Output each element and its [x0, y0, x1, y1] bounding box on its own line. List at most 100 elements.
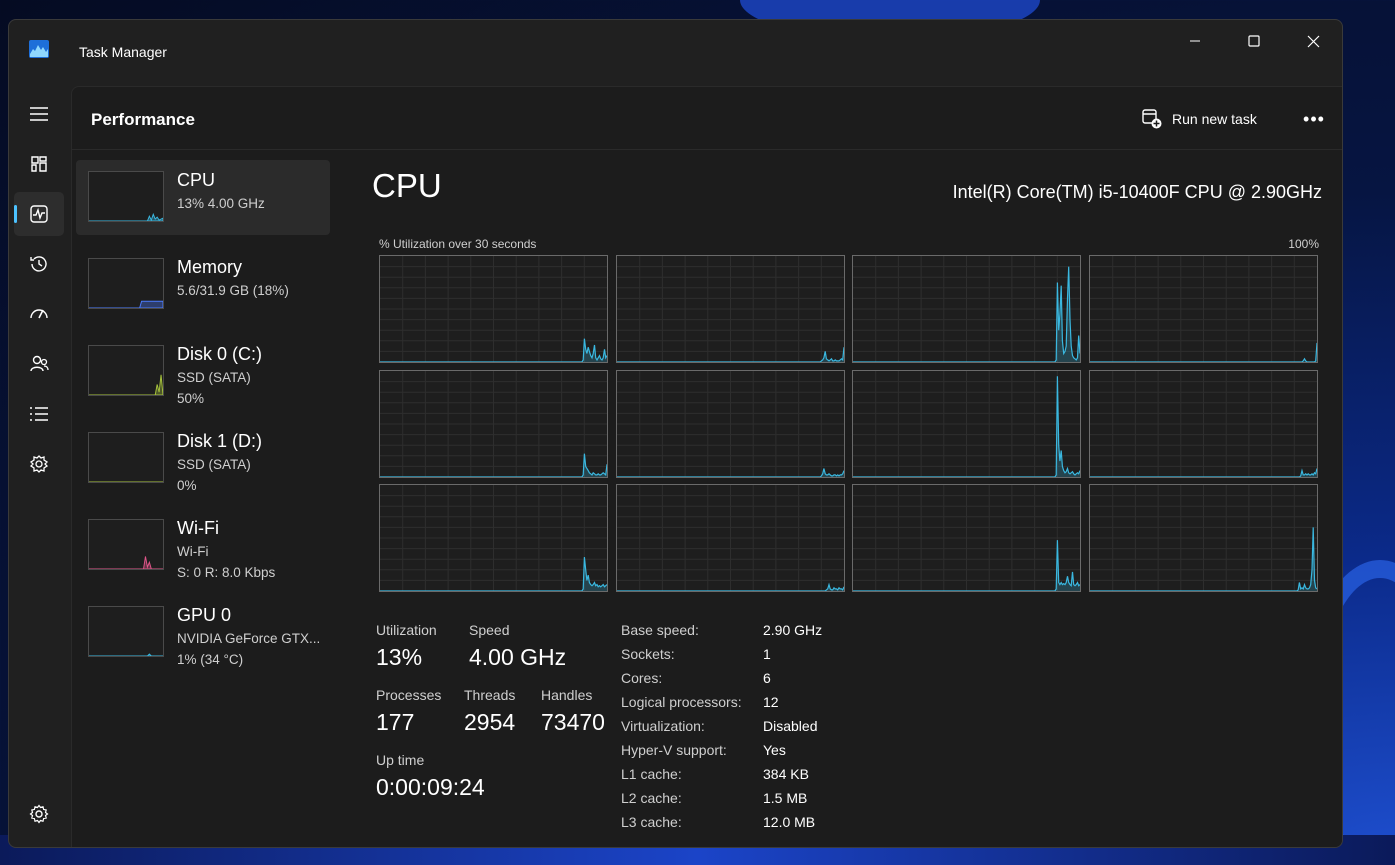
minimize-icon	[1190, 40, 1200, 42]
device-thumbnail	[88, 345, 164, 396]
graph-max-label: 100%	[1288, 237, 1319, 251]
device-name: Wi-Fi	[177, 518, 219, 538]
nav-settings[interactable]	[14, 792, 64, 836]
spec-key: Base speed:	[621, 622, 699, 638]
device-item[interactable]: GPU 0 NVIDIA GeForce GTX... 1% (34 °C)	[76, 595, 330, 670]
logical-processor-graph	[615, 255, 845, 363]
minimize-button[interactable]	[1172, 26, 1218, 56]
logical-processor-graph	[615, 484, 845, 592]
core-utilization-chart	[1089, 370, 1318, 478]
navigation-rail	[9, 84, 69, 847]
nav-details[interactable]	[14, 392, 64, 436]
nav-processes[interactable]	[14, 142, 64, 186]
logical-processor-graph	[852, 369, 1081, 478]
device-item[interactable]: Memory 5.6/31.9 GB (18%)	[76, 247, 330, 322]
spec-key: Logical processors:	[621, 694, 742, 710]
device-name: Memory	[177, 257, 243, 277]
nav-startup-apps[interactable]	[14, 292, 64, 336]
device-thumbnail	[88, 258, 164, 309]
core-utilization-chart	[380, 256, 608, 363]
spec-value: Yes	[763, 742, 786, 758]
device-sub2: 0%	[177, 478, 197, 493]
device-name: Disk 0 (C:)	[177, 344, 262, 364]
core-utilization-chart	[616, 256, 845, 363]
nav-performance[interactable]	[14, 192, 64, 236]
logical-processor-graph	[1088, 255, 1318, 363]
logical-processor-graphs	[379, 255, 1319, 592]
spec-value: 2.90 GHz	[763, 622, 823, 638]
title-bar[interactable]: Task Manager	[9, 20, 1342, 84]
spec-key: Cores:	[621, 670, 663, 686]
device-item[interactable]: Disk 1 (D:) SSD (SATA) 0%	[76, 421, 330, 496]
nav-services[interactable]	[14, 442, 64, 486]
core-utilization-chart	[1089, 256, 1318, 363]
core-utilization-chart	[853, 370, 1081, 478]
device-item[interactable]: Wi-Fi Wi-Fi S: 0 R: 8.0 Kbps	[76, 508, 330, 583]
spec-value: 12.0 MB	[763, 814, 816, 830]
device-sub2: S: 0 R: 8.0 Kbps	[177, 565, 276, 580]
spec-value: 1.5 MB	[763, 790, 808, 806]
graph-label: % Utilization over 30 seconds	[379, 237, 537, 251]
core-utilization-chart	[380, 370, 608, 478]
uptime-value: 0:00:09:24	[376, 774, 485, 800]
logical-processor-graph	[852, 484, 1081, 592]
cpu-detail-panel: CPU Intel(R) Core(TM) i5-10400F CPU @ 2.…	[342, 167, 1322, 847]
maximize-button[interactable]	[1231, 26, 1277, 56]
utilization-label: Utilization	[376, 622, 437, 638]
device-sub2: 1% (34 °C)	[177, 652, 244, 667]
device-thumbnail	[88, 519, 164, 570]
device-graph-line	[89, 212, 163, 221]
close-button[interactable]	[1290, 26, 1336, 56]
device-item[interactable]: CPU 13% 4.00 GHz	[76, 160, 330, 235]
device-item[interactable]: Disk 0 (C:) SSD (SATA) 50%	[76, 334, 330, 409]
spec-value: Disabled	[763, 718, 818, 734]
logical-processor-graph	[379, 255, 608, 363]
nav-app-history[interactable]	[14, 242, 64, 286]
device-sub1: SSD (SATA)	[177, 457, 251, 472]
uptime-label: Up time	[376, 752, 425, 768]
nav-users[interactable]	[14, 342, 64, 386]
spec-value: 12	[763, 694, 779, 710]
cpu-model: Intel(R) Core(TM) i5-10400F CPU @ 2.90GH…	[952, 182, 1322, 202]
processes-icon	[31, 156, 47, 172]
core-utilization-chart	[616, 370, 845, 478]
logical-processor-graph	[852, 255, 1081, 363]
more-options-button[interactable]: •••	[1294, 105, 1334, 133]
spec-key: Sockets:	[621, 646, 675, 662]
run-new-task-button[interactable]: Run new task	[1142, 105, 1257, 133]
device-sub1: NVIDIA GeForce GTX...	[177, 631, 321, 646]
core-utilization-chart	[1089, 485, 1317, 592]
logical-processor-graph	[615, 369, 845, 478]
device-thumbnail	[88, 606, 164, 657]
device-graph-line	[89, 300, 163, 308]
spec-key: Hyper-V support:	[621, 742, 727, 758]
maximize-icon	[1248, 35, 1260, 47]
device-sub1: 13% 4.00 GHz	[177, 196, 265, 211]
handles-label: Handles	[541, 687, 593, 703]
device-name: CPU	[177, 170, 216, 190]
services-icon	[29, 455, 49, 473]
task-manager-window: Task Manager Performance Run new task ••…	[8, 19, 1343, 848]
speed-label: Speed	[469, 622, 510, 638]
device-sub1: SSD (SATA)	[177, 370, 251, 385]
logical-processor-graph	[379, 369, 608, 478]
run-new-task-label: Run new task	[1172, 111, 1257, 127]
device-thumbnail	[88, 432, 164, 483]
window-title: Task Manager	[79, 44, 167, 60]
processes-value: 177	[376, 709, 415, 735]
page-title: Performance	[91, 110, 195, 129]
run-new-task-icon	[1142, 109, 1162, 129]
spec-key: L2 cache:	[621, 790, 682, 806]
processes-label: Processes	[376, 687, 442, 703]
performance-icon	[30, 205, 48, 223]
device-thumbnail	[88, 171, 164, 222]
task-manager-app-icon	[29, 40, 49, 58]
details-icon	[30, 407, 48, 421]
hamburger-menu-button[interactable]	[14, 92, 64, 136]
spec-value: 1	[763, 646, 771, 662]
device-sub1: Wi-Fi	[177, 544, 209, 559]
spec-key: Virtualization:	[621, 718, 705, 734]
device-list: CPU 13% 4.00 GHz Memory 5.6/31.9 GB (18%…	[76, 160, 330, 682]
logical-processor-graph	[1088, 484, 1318, 592]
threads-value: 2954	[464, 709, 516, 735]
